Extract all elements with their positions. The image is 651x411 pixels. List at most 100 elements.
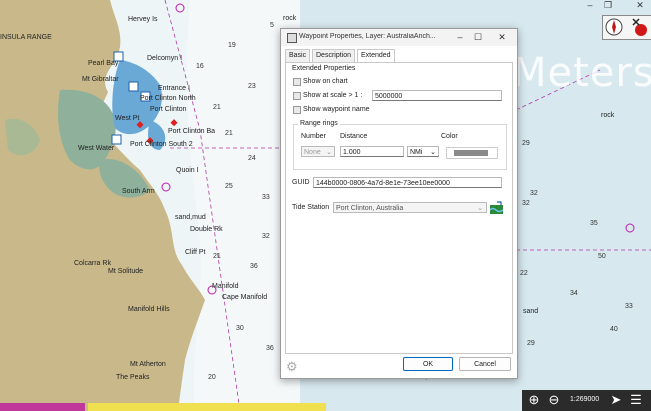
depth-sounding: 5 (270, 22, 274, 29)
map-label: rock (283, 15, 297, 22)
range-rings-label: Range rings (298, 120, 340, 127)
depth-sounding: 29 (527, 340, 535, 347)
map-label: West Water (78, 145, 115, 152)
ring-unit-value: NMi (410, 149, 423, 156)
depth-units-watermark: Meters (512, 50, 651, 96)
depth-sounding: 33 (262, 194, 270, 201)
tab-description[interactable]: Description (312, 49, 356, 62)
map-label: sand (523, 308, 539, 315)
chevron-down-icon: ⌄ (477, 205, 483, 212)
map-label: Quoin I (176, 167, 199, 174)
waypoint-properties-dialog: Waypoint Properties, Layer: AustraliaAnc… (280, 28, 518, 379)
map-label: Cape Manifold (222, 294, 268, 301)
map-label: Port Clinton North (140, 95, 196, 102)
depth-sounding: 33 (625, 303, 633, 310)
zoom-in-icon[interactable]: ⊕ (526, 392, 542, 408)
show-on-chart-label: Show on chart (303, 78, 348, 85)
dialog-title: Waypoint Properties, Layer: AustraliaAnc… (299, 33, 436, 40)
ring-number-value: None (304, 149, 321, 156)
chart-bar-selected[interactable] (88, 403, 326, 411)
tab-basic[interactable]: Basic (285, 49, 311, 62)
maximize-button[interactable]: ☐ (469, 31, 487, 43)
depth-sounding: 32 (262, 233, 270, 240)
ring-color-fill (454, 150, 488, 156)
ok-button[interactable]: OK (403, 357, 453, 371)
guid-label: GUID (292, 179, 310, 186)
map-label: Entrance I (158, 85, 190, 92)
depth-sounding: 36 (250, 263, 258, 270)
depth-sounding: 21 (213, 104, 221, 111)
show-at-scale-checkbox[interactable] (293, 92, 301, 100)
guid-field[interactable]: 144b0000-0806-4a7d-8e1e-73ee10ee0000 (313, 177, 502, 188)
chevron-down-icon: ⌄ (326, 149, 332, 156)
map-label: sand,mud (175, 214, 206, 221)
map-label: rock (601, 112, 615, 119)
map-label: Mt Gibraltar (82, 76, 119, 83)
show-waypoint-name-label: Show waypoint name (303, 106, 370, 113)
number-header: Number (301, 133, 326, 140)
depth-sounding: 32 (522, 200, 530, 207)
depth-sounding: 20 (208, 374, 216, 381)
map-label: Manifold (212, 283, 239, 290)
depth-sounding: 30 (236, 325, 244, 332)
close-button[interactable]: ✕ (493, 31, 511, 43)
tab-extended[interactable]: Extended (357, 49, 395, 63)
depth-sounding: 50 (598, 253, 606, 260)
settings-gear-icon[interactable]: ⚙ (286, 359, 298, 375)
depth-sounding: 40 (610, 326, 618, 333)
ring-number-select[interactable]: None ⌄ (301, 146, 335, 157)
depth-sounding: 25 (225, 183, 233, 190)
map-label: INSULA RANGE (0, 34, 52, 41)
map-label: Port Clinton Ba (168, 128, 216, 135)
map-label: Mt Atherton (130, 361, 166, 368)
minimize-button[interactable]: – (451, 31, 469, 43)
depth-sounding: 23 (248, 83, 256, 90)
compass-toggle-icon[interactable]: ➤ (608, 392, 624, 408)
ring-distance-input[interactable]: 1.000 (340, 146, 404, 157)
show-on-chart-checkbox[interactable] (293, 78, 301, 86)
depth-sounding: 32 (530, 190, 538, 197)
menu-icon[interactable]: ☰ (628, 392, 644, 408)
map-label: Cliff Pt (185, 249, 206, 256)
map-label: Pearl Bay (88, 60, 119, 67)
depth-sounding: 19 (228, 42, 236, 49)
depth-sounding: 29 (522, 140, 530, 147)
app-icon (287, 33, 297, 43)
map-label: Port Clinton (150, 106, 187, 113)
zoom-out-icon[interactable]: ⊖ (546, 392, 562, 408)
depth-sounding: 21 (225, 130, 233, 137)
depth-sounding: 16 (196, 63, 204, 70)
map-label: South Arm (122, 188, 155, 195)
cancel-button[interactable]: Cancel (459, 357, 511, 371)
tide-station-icon[interactable] (490, 201, 503, 214)
ring-color-swatch[interactable] (446, 147, 498, 159)
depth-sounding: 24 (248, 155, 256, 162)
map-label: Port Clinton South 2 (130, 141, 193, 148)
extended-panel: Extended Properties Show on chart Show a… (285, 62, 513, 354)
scale-input[interactable]: 5000000 (372, 90, 502, 101)
depth-sounding: 35 (590, 220, 598, 227)
tide-station-select[interactable]: Port Clinton, Australia ⌄ (333, 202, 487, 213)
map-label: Mt Solitude (108, 268, 144, 275)
depth-sounding: 34 (570, 290, 578, 297)
app-close-button[interactable]: ✕ (633, 0, 647, 10)
app-minimize-button[interactable]: – (583, 0, 597, 10)
color-header: Color (441, 133, 458, 140)
depth-sounding: 21 (213, 253, 221, 260)
chart-bar-left[interactable] (0, 403, 85, 411)
compass-widget[interactable] (602, 15, 651, 40)
map-label: West Pt (115, 115, 140, 122)
map-label: Colcarra Rk (74, 260, 111, 267)
tide-station-label: Tide Station (292, 204, 330, 211)
distance-header: Distance (340, 133, 368, 140)
map-label: Double Rk (190, 226, 223, 233)
map-label: The Peaks (116, 374, 150, 381)
app-restore-button[interactable]: ❐ (601, 0, 615, 10)
map-label: Hervey Is (128, 16, 158, 23)
map-label: Delcomyn I (147, 55, 183, 62)
depth-sounding: 22 (520, 270, 528, 277)
dialog-titlebar[interactable]: Waypoint Properties, Layer: AustraliaAnc… (281, 29, 517, 46)
extended-properties-label: Extended Properties (292, 65, 356, 72)
show-waypoint-name-checkbox[interactable] (293, 106, 301, 114)
ring-unit-select[interactable]: NMi ⌄ (407, 146, 439, 157)
